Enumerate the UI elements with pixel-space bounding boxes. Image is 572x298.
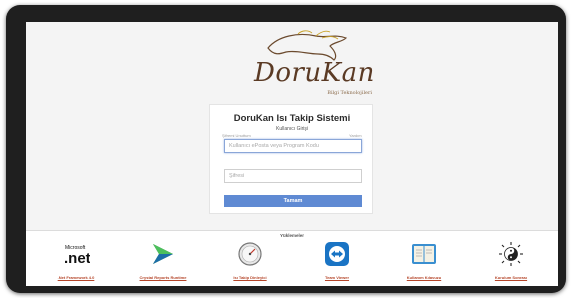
login-title: DoruKan Isı Takip Sistemi xyxy=(233,113,351,124)
teamviewer-icon xyxy=(323,241,351,267)
downloads-bar: Yüklemeler Microsoft .net .Net Framework… xyxy=(26,230,558,286)
gauge-icon xyxy=(236,241,264,267)
password-input[interactable] xyxy=(224,169,362,183)
dotnet-icon: Microsoft .net xyxy=(62,241,91,267)
download-crystal-reports[interactable]: Crystal Reports Runtime xyxy=(123,241,203,285)
login-subtitle: Kullanıcı Girişi xyxy=(276,126,308,132)
forgot-password-link[interactable]: Şifremi Unuttum xyxy=(222,133,251,138)
crystal-reports-icon xyxy=(149,241,177,267)
download-team-viewer[interactable]: Team Viewer xyxy=(297,241,377,285)
download-label: Crystal Reports Runtime xyxy=(139,275,187,280)
login-page: DoruKan Bilgi Teknolojileri DoruKan Isı … xyxy=(26,22,558,286)
book-icon xyxy=(410,241,438,267)
logo-name: DoruKan xyxy=(254,58,375,88)
yin-yang-icon xyxy=(497,241,525,267)
download-dotnet[interactable]: Microsoft .net .Net Framework 4.0 xyxy=(36,241,116,285)
download-label: Team Viewer xyxy=(324,275,350,280)
download-isi-takip-dinleyici[interactable]: Isı Takip Dinleyici xyxy=(210,241,290,285)
download-label: Kullanım Kılavuzu xyxy=(406,275,442,280)
download-label: Isı Takip Dinleyici xyxy=(233,275,267,280)
download-kullanim-kilavuzu[interactable]: Kullanım Kılavuzu xyxy=(384,241,464,285)
download-label: Kurulum Sonrası xyxy=(494,275,528,280)
dorukan-logo: DoruKan Bilgi Teknolojileri xyxy=(238,30,378,104)
submit-button[interactable]: Tamam xyxy=(224,195,362,207)
screen-frame: DoruKan Bilgi Teknolojileri DoruKan Isı … xyxy=(6,5,566,293)
help-link[interactable]: Yardım xyxy=(349,133,362,138)
downloads-title: Yüklemeler xyxy=(279,233,304,238)
login-form: DoruKan Isı Takip Sistemi Kullanıcı Giri… xyxy=(209,104,373,214)
svg-text:.net: .net xyxy=(64,250,90,267)
download-label: .Net Framework 4.0 xyxy=(57,275,95,280)
username-input[interactable] xyxy=(224,139,362,153)
logo-tagline: Bilgi Teknolojileri xyxy=(327,90,372,96)
download-kurulum-sonrasi[interactable]: Kurulum Sonrası xyxy=(471,241,551,285)
